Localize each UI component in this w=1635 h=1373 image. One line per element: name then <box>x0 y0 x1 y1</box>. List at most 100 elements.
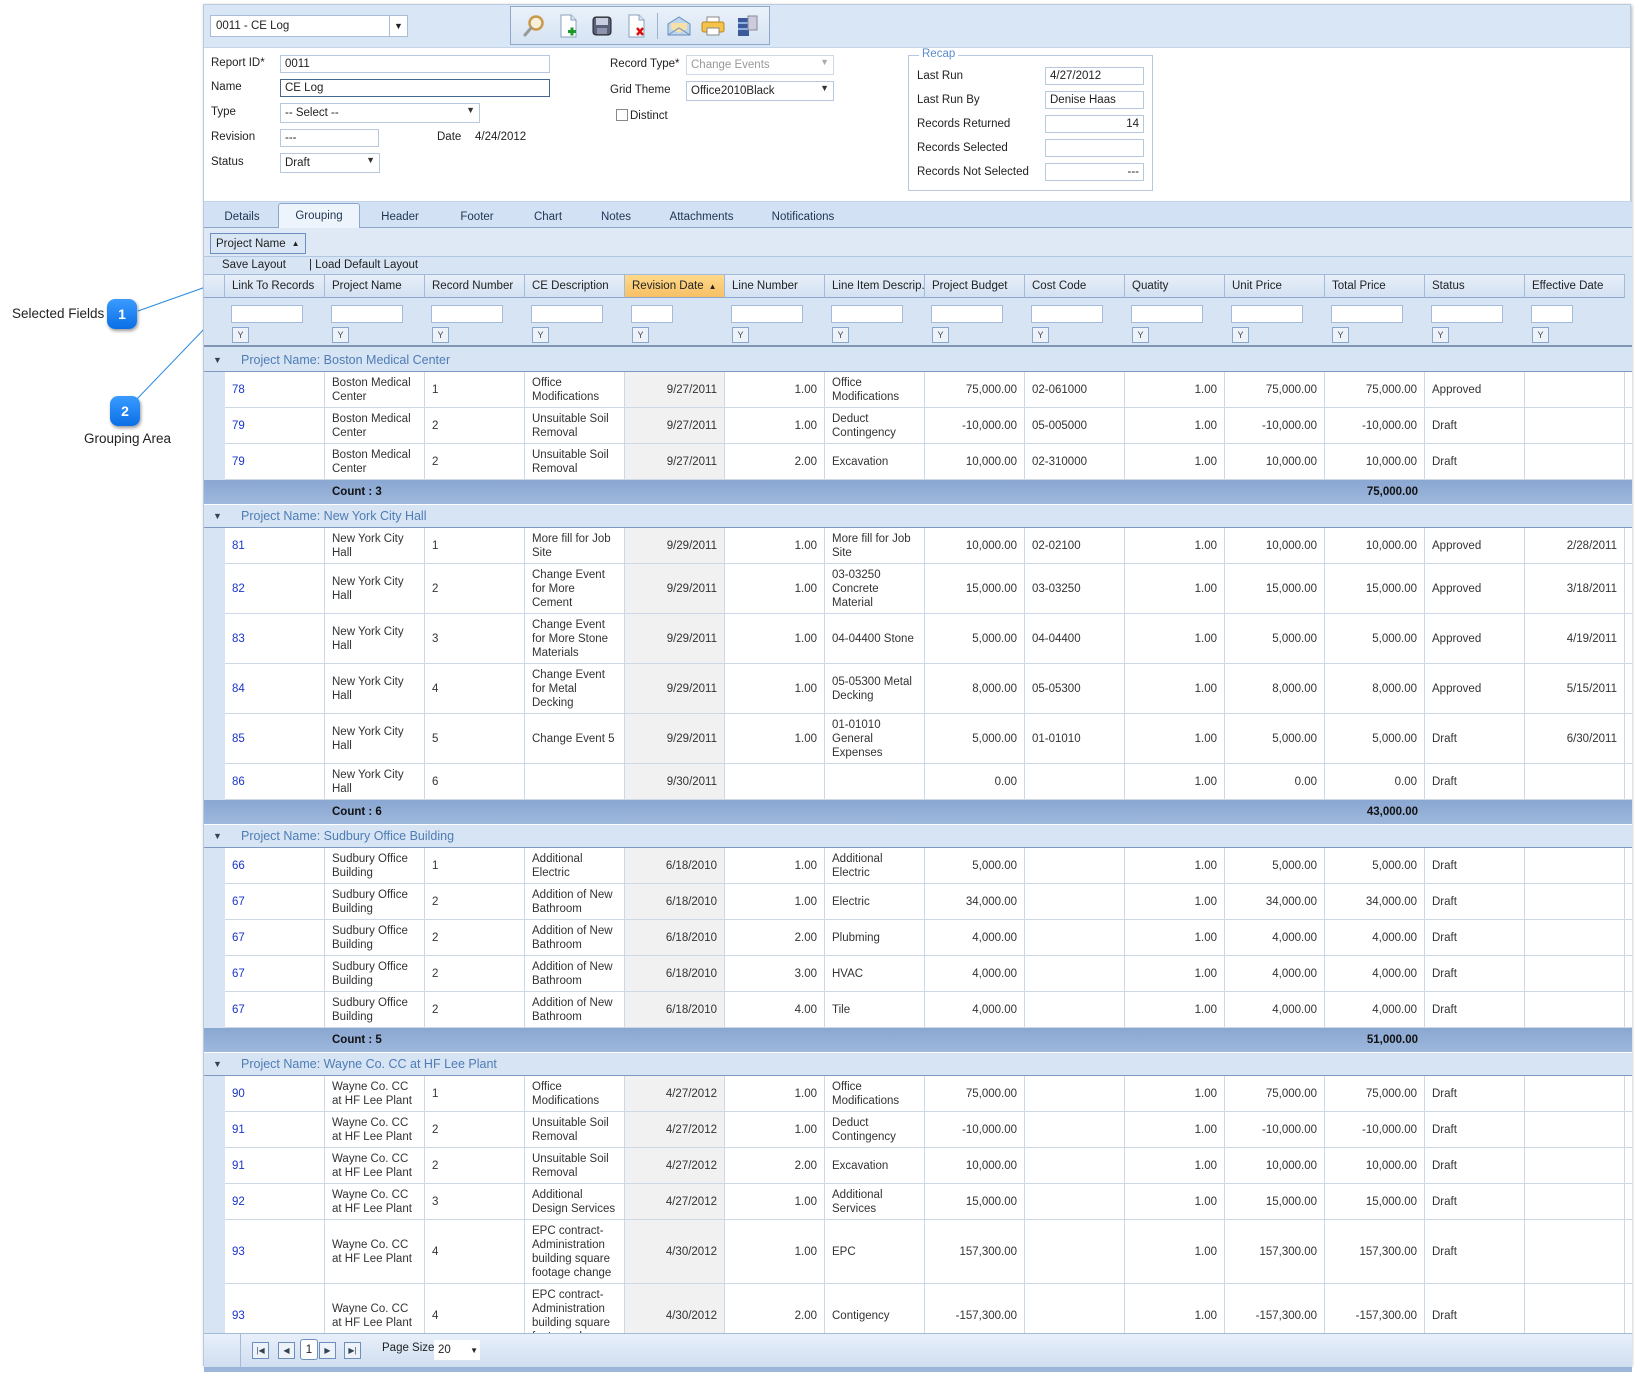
filter-funnel-icon[interactable]: Y <box>1432 327 1449 343</box>
filter-funnel-icon[interactable]: Y <box>532 327 549 343</box>
database-export-icon[interactable] <box>732 11 762 41</box>
cell-link-to-records[interactable]: 66 <box>225 848 325 883</box>
record-type-select[interactable]: Change Events ▼ <box>686 55 834 75</box>
group-header-row[interactable]: ▼ Project Name: Boston Medical Center <box>204 349 1632 372</box>
column-header-ce-description[interactable]: CE Description <box>525 274 625 298</box>
filter-input-unit-price[interactable] <box>1231 305 1303 323</box>
filter-funnel-icon[interactable]: Y <box>332 327 349 343</box>
table-row[interactable]: 85 New York City Hall 5 Change Event 5 9/29/… <box>204 714 1632 764</box>
filter-input-record-number[interactable] <box>431 305 503 323</box>
table-row[interactable]: 78 Boston Medical Center 1 Office Modificat… <box>204 372 1632 408</box>
table-row[interactable]: 67 Sudbury Office Building 2 Addition of Ne… <box>204 992 1632 1028</box>
cell-link-to-records[interactable]: 79 <box>225 444 325 479</box>
filter-funnel-icon[interactable]: Y <box>1332 327 1349 343</box>
tab-details[interactable]: Details <box>206 205 278 228</box>
cell-link-to-records[interactable]: 90 <box>225 1076 325 1111</box>
cell-link-to-records[interactable]: 67 <box>225 920 325 955</box>
table-row[interactable]: 90 Wayne Co. CC at HF Lee Plant 1 Office Mo… <box>204 1076 1632 1112</box>
column-header-line-number[interactable]: Line Number <box>725 274 825 298</box>
filter-input-effective-date[interactable] <box>1531 305 1573 323</box>
last-page-icon[interactable]: ▶| <box>344 1342 361 1359</box>
print-icon[interactable] <box>698 11 728 41</box>
cell-link-to-records[interactable]: 93 <box>225 1220 325 1283</box>
filter-input-project-budget[interactable] <box>931 305 1003 323</box>
column-header-project-name[interactable]: Project Name <box>325 274 425 298</box>
save-layout-link[interactable]: Save Layout <box>222 259 286 271</box>
collapse-triangle-icon[interactable]: ▼ <box>213 1059 222 1069</box>
cell-link-to-records[interactable]: 91 <box>225 1148 325 1183</box>
table-row[interactable]: 92 Wayne Co. CC at HF Lee Plant 3 Additiona… <box>204 1184 1632 1220</box>
tab-notes[interactable]: Notes <box>582 205 650 228</box>
column-header-status[interactable]: Status <box>1425 274 1525 298</box>
current-page[interactable]: 1 <box>300 1339 318 1360</box>
filter-input-status[interactable] <box>1431 305 1503 323</box>
filter-funnel-icon[interactable]: Y <box>832 327 849 343</box>
next-page-icon[interactable]: ▶ <box>319 1342 336 1359</box>
tab-chart[interactable]: Chart <box>514 205 582 228</box>
email-icon[interactable] <box>664 11 694 41</box>
group-header-row[interactable]: ▼ Project Name: Sudbury Office Building <box>204 825 1632 848</box>
filter-input-line-number[interactable] <box>731 305 803 323</box>
collapse-triangle-icon[interactable]: ▼ <box>213 831 222 841</box>
previous-page-icon[interactable]: ◀ <box>278 1342 295 1359</box>
filter-input-project-name[interactable] <box>331 305 403 323</box>
collapse-triangle-icon[interactable]: ▼ <box>213 355 222 365</box>
table-row[interactable]: 67 Sudbury Office Building 2 Addition of Ne… <box>204 920 1632 956</box>
table-row[interactable]: 67 Sudbury Office Building 2 Addition of Ne… <box>204 884 1632 920</box>
type-select[interactable]: -- Select -- ▼ <box>280 103 480 123</box>
cell-link-to-records[interactable]: 85 <box>225 714 325 763</box>
cell-link-to-records[interactable]: 92 <box>225 1184 325 1219</box>
table-row[interactable]: 93 Wayne Co. CC at HF Lee Plant 4 EPC contr… <box>204 1220 1632 1284</box>
column-header-unit-price[interactable]: Unit Price <box>1225 274 1325 298</box>
status-select[interactable]: Draft ▼ <box>280 153 380 173</box>
filter-funnel-icon[interactable]: Y <box>632 327 649 343</box>
cell-link-to-records[interactable]: 91 <box>225 1112 325 1147</box>
column-header-line-item-descrip[interactable]: Line Item Descrip... <box>825 274 925 298</box>
filter-funnel-icon[interactable]: Y <box>1232 327 1249 343</box>
cell-link-to-records[interactable]: 67 <box>225 992 325 1027</box>
filter-input-quatity[interactable] <box>1131 305 1203 323</box>
filter-input-line-item-descrip[interactable] <box>831 305 903 323</box>
filter-funnel-icon[interactable]: Y <box>432 327 449 343</box>
filter-funnel-icon[interactable]: Y <box>232 327 249 343</box>
filter-funnel-icon[interactable]: Y <box>732 327 749 343</box>
filter-input-revision-date[interactable] <box>631 305 673 323</box>
chevron-down-icon[interactable]: ▼ <box>389 16 407 36</box>
tab-header[interactable]: Header <box>360 205 440 228</box>
column-header-effective-date[interactable]: Effective Date <box>1525 274 1625 298</box>
tab-footer[interactable]: Footer <box>440 205 514 228</box>
filter-funnel-icon[interactable]: Y <box>1032 327 1049 343</box>
cell-link-to-records[interactable]: 84 <box>225 664 325 713</box>
tab-grouping[interactable]: Grouping <box>278 203 360 228</box>
table-row[interactable]: 66 Sudbury Office Building 1 Additional Ele… <box>204 848 1632 884</box>
filter-input-ce-description[interactable] <box>531 305 603 323</box>
save-icon[interactable] <box>587 11 617 41</box>
report-selector[interactable]: 0011 - CE Log ▼ <box>210 15 408 37</box>
cell-link-to-records[interactable]: 78 <box>225 372 325 407</box>
group-chip-project-name[interactable]: Project Name ▲ <box>210 233 306 254</box>
distinct-checkbox[interactable] <box>616 109 628 121</box>
column-header-total-price[interactable]: Total Price <box>1325 274 1425 298</box>
search-icon[interactable] <box>519 11 549 41</box>
cell-link-to-records[interactable]: 79 <box>225 408 325 443</box>
table-row[interactable]: 79 Boston Medical Center 2 Unsuitable Soil … <box>204 444 1632 480</box>
name-field[interactable]: CE Log <box>280 79 550 97</box>
report-id-field[interactable]: 0011 <box>280 55 550 73</box>
load-default-layout-link[interactable]: | Load Default Layout <box>309 259 418 271</box>
first-page-icon[interactable]: |◀ <box>252 1342 269 1359</box>
table-row[interactable]: 67 Sudbury Office Building 2 Addition of Ne… <box>204 956 1632 992</box>
table-row[interactable]: 79 Boston Medical Center 2 Unsuitable Soil … <box>204 408 1632 444</box>
table-row[interactable]: 82 New York City Hall 2 Change Event for Mo… <box>204 564 1632 614</box>
table-row[interactable]: 86 New York City Hall 6 9/30/2011 0.00 1.00 0.… <box>204 764 1632 800</box>
table-row[interactable]: 83 New York City Hall 3 Change Event for Mo… <box>204 614 1632 664</box>
delete-document-icon[interactable] <box>621 11 651 41</box>
table-row[interactable]: 91 Wayne Co. CC at HF Lee Plant 2 Unsuitabl… <box>204 1148 1632 1184</box>
cell-link-to-records[interactable]: 82 <box>225 564 325 613</box>
page-size-select[interactable]: 20 ▼ <box>434 1340 480 1360</box>
grid-theme-select[interactable]: Office2010Black ▼ <box>686 81 834 101</box>
filter-input-cost-code[interactable] <box>1031 305 1103 323</box>
cell-link-to-records[interactable]: 86 <box>225 764 325 799</box>
table-row[interactable]: 81 New York City Hall 1 More fill for Job S… <box>204 528 1632 564</box>
cell-link-to-records[interactable]: 81 <box>225 528 325 563</box>
cell-link-to-records[interactable]: 83 <box>225 614 325 663</box>
